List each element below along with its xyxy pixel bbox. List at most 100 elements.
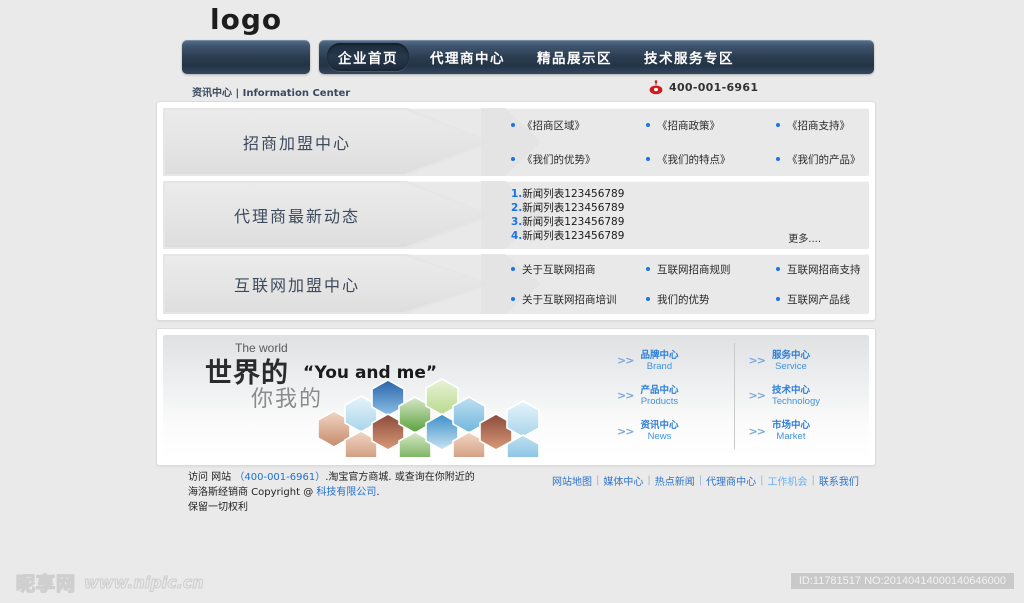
footer-nav-links: 网站地图 | 媒体中心 | 热点新闻 | 代理商中心 | 工作机会 | 联系我们: [548, 473, 863, 488]
chevron-right-icon: >>: [748, 354, 766, 368]
link-our-features[interactable]: 《我们的特点》: [646, 152, 776, 167]
banner-link-products-en: Products: [640, 395, 679, 407]
news-title: 新闻列表123456789: [522, 216, 625, 228]
banner-link-service[interactable]: >> 服务中心 Service: [735, 350, 866, 372]
banner-link-products-cn: 产品中心: [640, 384, 679, 396]
promo-banner: The world 世界的 “You and me” 你我的 >> 品牌中心 B…: [163, 335, 869, 457]
link-internet-investment-training[interactable]: 关于互联网招商培训: [511, 292, 646, 307]
banner-link-products[interactable]: >> 产品中心 Products: [603, 385, 734, 407]
watermark-url: www.nipic.cn: [83, 572, 204, 592]
link-internet-investment-support[interactable]: 互联网招商支持: [776, 262, 861, 277]
news-more-link[interactable]: 更多....: [788, 230, 821, 245]
news-index: 1.: [511, 188, 523, 200]
page-root: logo 企业首页 代理商中心 精品展示区 技术服务专区 资讯中心 | Info…: [0, 0, 1024, 603]
logo-placeholder-box[interactable]: [182, 40, 310, 74]
site-logo[interactable]: logo: [210, 3, 282, 36]
banner-link-brand-cn: 品牌中心: [640, 349, 679, 361]
footer-link-hot-news[interactable]: 热点新闻: [651, 473, 699, 488]
footer-phone: （400-001-6961）: [234, 472, 326, 483]
panel-1-arrow-block: 招商加盟中心: [163, 108, 493, 176]
banner-link-technology[interactable]: >> 技术中心 Technology: [735, 385, 866, 407]
nav-item-agent-center[interactable]: 代理商中心: [419, 43, 516, 71]
hotline-number: 400-001-6961: [669, 81, 759, 94]
banner-column-left: >> 品牌中心 Brand >> 产品中心 Products >> 资讯中心 N…: [603, 343, 735, 449]
watermark-brand-cn: 昵享网: [15, 572, 77, 595]
header-bar: 企业首页 代理商中心 精品展示区 技术服务专区: [182, 40, 874, 74]
footer-line1-tail: .淘宝官方商城. 或查询在你附近的: [325, 472, 475, 483]
banner-link-market-cn: 市场中心: [771, 420, 810, 432]
link-investment-region[interactable]: 《招商区域》: [511, 118, 646, 133]
nav-item-showcase[interactable]: 精品展示区: [526, 43, 623, 71]
news-title: 新闻列表123456789: [522, 202, 625, 214]
nav-item-tech-service[interactable]: 技术服务专区: [633, 43, 745, 71]
panel-2-arrow-block: 代理商最新动态: [163, 181, 493, 249]
news-list-item[interactable]: 3.新闻列表123456789: [511, 215, 624, 229]
footer-link-contact-us[interactable]: 联系我们: [815, 473, 863, 488]
info-center-label: 资讯中心 | Information Center: [192, 88, 351, 99]
banner-link-news-cn: 资讯中心: [640, 420, 679, 432]
watermark-id-badge: ID:11781517 NO:20140414000140646000: [790, 573, 1014, 589]
link-our-advantages-2[interactable]: 我们的优势: [646, 292, 776, 307]
link-investment-support[interactable]: 《招商支持》: [776, 118, 861, 133]
banner-link-market[interactable]: >> 市场中心 Market: [735, 420, 866, 442]
footer-dealer-text: 海洛斯经销商 Copyright @: [188, 487, 317, 498]
news-title: 新闻列表123456789: [522, 230, 625, 242]
link-internet-product-line[interactable]: 互联网产品线: [776, 292, 861, 307]
nav-item-home[interactable]: 企业首页: [327, 43, 409, 71]
link-investment-policy[interactable]: 《招商政策》: [646, 118, 776, 133]
chevron-right-icon: >>: [617, 424, 634, 438]
watermark-logo: 昵享网 www.nipic.cn: [15, 569, 204, 596]
footer-line2-tail: .: [376, 487, 380, 498]
panel-internet-join-center: 互联网加盟中心 关于互联网招商 互联网招商规则 互联网招商支持 关于互联网招商培…: [163, 254, 869, 314]
link-our-advantages[interactable]: 《我们的优势》: [511, 152, 646, 167]
footer-visit-text: 访问 网站: [188, 472, 232, 483]
banner-link-technology-cn: 技术中心: [771, 384, 810, 396]
footer-link-careers[interactable]: 工作机会: [764, 473, 812, 488]
panel-3-arrow-block: 互联网加盟中心: [163, 254, 493, 314]
chevron-right-icon: >>: [617, 354, 634, 368]
news-list-item[interactable]: 2.新闻列表123456789: [511, 201, 624, 215]
chevron-right-icon: >>: [748, 424, 766, 438]
hotline: 400-001-6961: [648, 80, 758, 95]
footer-link-sitemap[interactable]: 网站地图: [548, 473, 596, 488]
panel-3-links: 关于互联网招商 互联网招商规则 互联网招商支持 关于互联网招商培训 我们的优势 …: [503, 254, 861, 314]
info-center-strip: 资讯中心 | Information Center 400-001-6961: [182, 80, 874, 100]
panel-agent-news: 代理商最新动态 1.新闻列表123456789 2.新闻列表123456789 …: [163, 181, 869, 249]
footer-copyright: 访问 网站 （400-001-6961）.淘宝官方商城. 或查询在你附近的 海洛…: [188, 470, 518, 515]
news-index: 3.: [511, 216, 523, 228]
main-navigation: 企业首页 代理商中心 精品展示区 技术服务专区: [319, 40, 874, 74]
link-our-products[interactable]: 《我们的产品》: [776, 152, 861, 167]
main-content-card: 招商加盟中心 《招商区域》 《招商政策》 《招商支持》 《我们的优势》 《我们的…: [156, 101, 876, 321]
footer-line-3: 保留一切权利: [188, 502, 248, 513]
banner-link-technology-en: Technology: [771, 395, 820, 407]
footer-link-agent-center[interactable]: 代理商中心: [702, 473, 760, 488]
news-index: 4.: [511, 230, 523, 242]
news-list-item[interactable]: 4.新闻列表123456789: [511, 229, 624, 243]
panel-3-title: 互联网加盟中心: [233, 276, 360, 295]
hexagon-photo-collage: [318, 378, 540, 457]
panel-2-title: 代理商最新动态: [233, 207, 360, 226]
banner-link-brand-en: Brand: [646, 360, 673, 372]
news-index: 2.: [511, 202, 523, 214]
link-internet-investment-rules[interactable]: 互联网招商规则: [646, 262, 776, 277]
panel-investment-center: 招商加盟中心 《招商区域》 《招商政策》 《招商支持》 《我们的优势》 《我们的…: [163, 108, 869, 176]
banner-link-news[interactable]: >> 资讯中心 News: [603, 420, 734, 442]
chevron-right-icon: >>: [748, 389, 766, 403]
link-about-internet-investment[interactable]: 关于互联网招商: [511, 262, 646, 277]
banner-link-news-en: News: [647, 431, 672, 443]
telephone-icon: [649, 80, 663, 95]
banner-link-service-en: Service: [775, 360, 807, 372]
panel-2-news: 1.新闻列表123456789 2.新闻列表123456789 3.新闻列表12…: [503, 181, 861, 249]
banner-link-brand[interactable]: >> 品牌中心 Brand: [603, 350, 734, 372]
banner-subline-cn: 你我的: [251, 387, 324, 412]
footer-company-link[interactable]: 科技有限公司: [316, 487, 376, 498]
news-list-item[interactable]: 1.新闻列表123456789: [511, 187, 624, 201]
news-list: 1.新闻列表123456789 2.新闻列表123456789 3.新闻列表12…: [511, 187, 624, 243]
banner-column-right: >> 服务中心 Service >> 技术中心 Technology >> 市场…: [735, 343, 866, 449]
banner-link-service-cn: 服务中心: [771, 349, 810, 361]
panel-1-title: 招商加盟中心: [242, 134, 351, 153]
footer-link-media-center[interactable]: 媒体中心: [599, 473, 647, 488]
chevron-right-icon: >>: [617, 389, 634, 403]
banner-card: The world 世界的 “You and me” 你我的 >> 品牌中心 B…: [156, 328, 876, 466]
footer-line-1: 访问 网站 （400-001-6961）.淘宝官方商城. 或查询在你附近的: [188, 470, 518, 485]
